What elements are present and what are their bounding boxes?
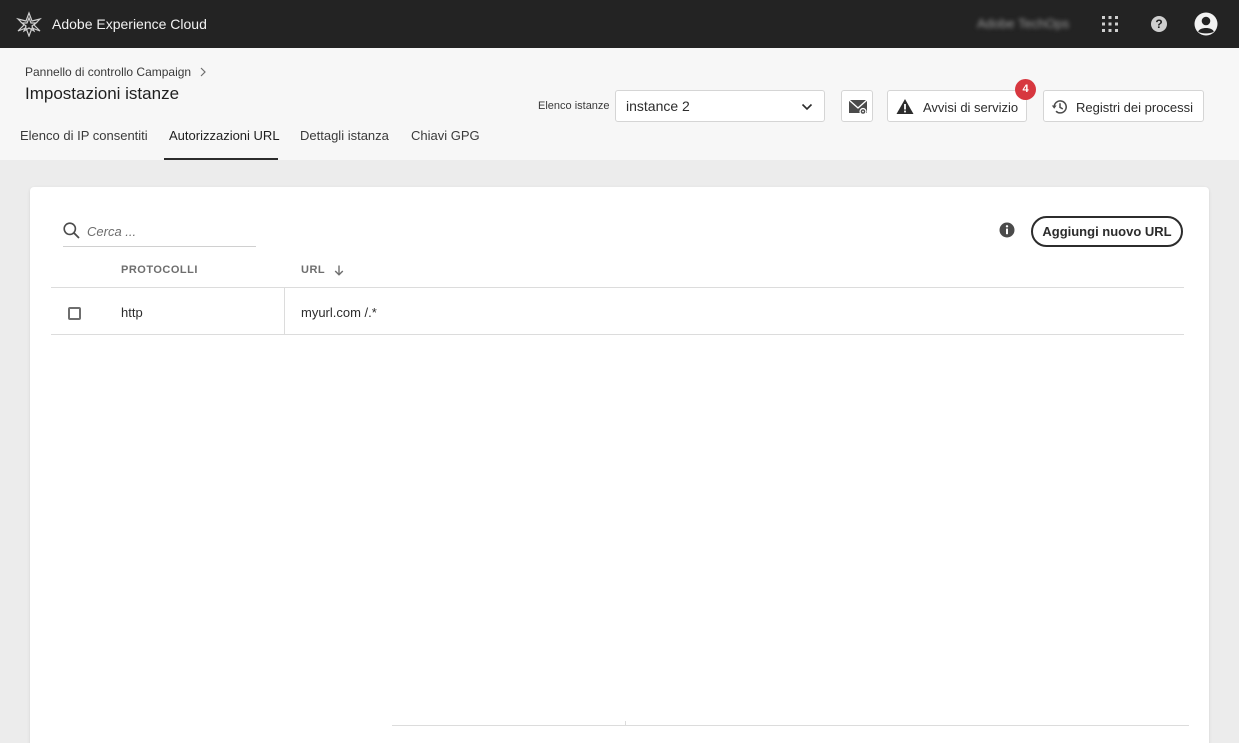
app-title[interactable]: Adobe Experience Cloud: [52, 16, 207, 32]
footer-divider-tick: [625, 721, 626, 726]
search-box: [63, 220, 256, 247]
help-icon[interactable]: ?: [1150, 15, 1168, 33]
alert-triangle-icon: [896, 99, 914, 114]
sort-descending-icon: [334, 265, 344, 276]
row-select-checkbox[interactable]: [68, 307, 81, 320]
process-logs-button[interactable]: Registri dei processi: [1043, 90, 1204, 122]
active-tab-indicator: [164, 158, 278, 160]
breadcrumb-link-campaign-control-panel[interactable]: Pannello di controllo Campaign: [25, 65, 191, 79]
process-logs-label: Registri dei processi: [1076, 100, 1194, 115]
column-header-url[interactable]: URL: [301, 264, 344, 276]
instance-select[interactable]: instance 2: [615, 90, 825, 122]
tab-gpg-keys[interactable]: Chiavi GPG: [411, 128, 480, 143]
search-input[interactable]: [87, 220, 252, 242]
svg-text:?: ?: [1155, 17, 1162, 31]
tab-url-permissions[interactable]: Autorizzazioni URL: [169, 128, 280, 143]
instance-list-label: Elenco istanze: [538, 100, 610, 112]
org-switcher[interactable]: Adobe TechOps: [977, 16, 1069, 31]
user-avatar-icon[interactable]: [1194, 12, 1218, 36]
add-new-url-button[interactable]: Aggiungi nuovo URL: [1031, 216, 1183, 247]
top-shell-bar: Adobe Experience Cloud Adobe TechOps ?: [0, 0, 1239, 48]
table-row-url: myurl.com /.*: [301, 305, 377, 320]
tab-ip-allow-list[interactable]: Elenco di IP consentiti: [20, 128, 148, 143]
footer-divider: [392, 725, 1189, 726]
breadcrumb: Pannello di controllo Campaign: [25, 65, 207, 79]
mail-settings-icon: [848, 99, 868, 116]
column-header-protocols[interactable]: PROTOCOLLI: [121, 264, 198, 276]
instance-select-value: instance 2: [626, 98, 690, 114]
url-permissions-panel: Aggiungi nuovo URL PROTOCOLLI URL http m…: [30, 187, 1209, 743]
table-row-protocol: http: [121, 305, 143, 320]
service-alerts-button[interactable]: Avvisi di servizio: [887, 90, 1027, 122]
table-row-divider: [51, 287, 1184, 288]
chevron-down-icon: [801, 103, 813, 111]
column-divider: [284, 287, 285, 334]
search-icon: [63, 222, 80, 239]
apps-grid-icon[interactable]: [1101, 15, 1119, 33]
page-title: Impostazioni istanze: [25, 84, 180, 103]
info-icon[interactable]: [999, 222, 1015, 238]
column-header-url-label: URL: [301, 264, 326, 276]
tab-instance-details[interactable]: Dettagli istanza: [300, 128, 389, 143]
service-alerts-label: Avvisi di servizio: [923, 100, 1019, 115]
chevron-right-icon: [200, 67, 206, 77]
adobe-experience-cloud-logo[interactable]: [16, 11, 42, 37]
history-icon: [1051, 100, 1067, 114]
table-row-divider: [51, 334, 1184, 335]
alerts-count-badge: 4: [1015, 79, 1036, 100]
page-header: Pannello di controllo Campaign Impostazi…: [0, 48, 1239, 160]
email-notifications-button[interactable]: [841, 90, 873, 122]
